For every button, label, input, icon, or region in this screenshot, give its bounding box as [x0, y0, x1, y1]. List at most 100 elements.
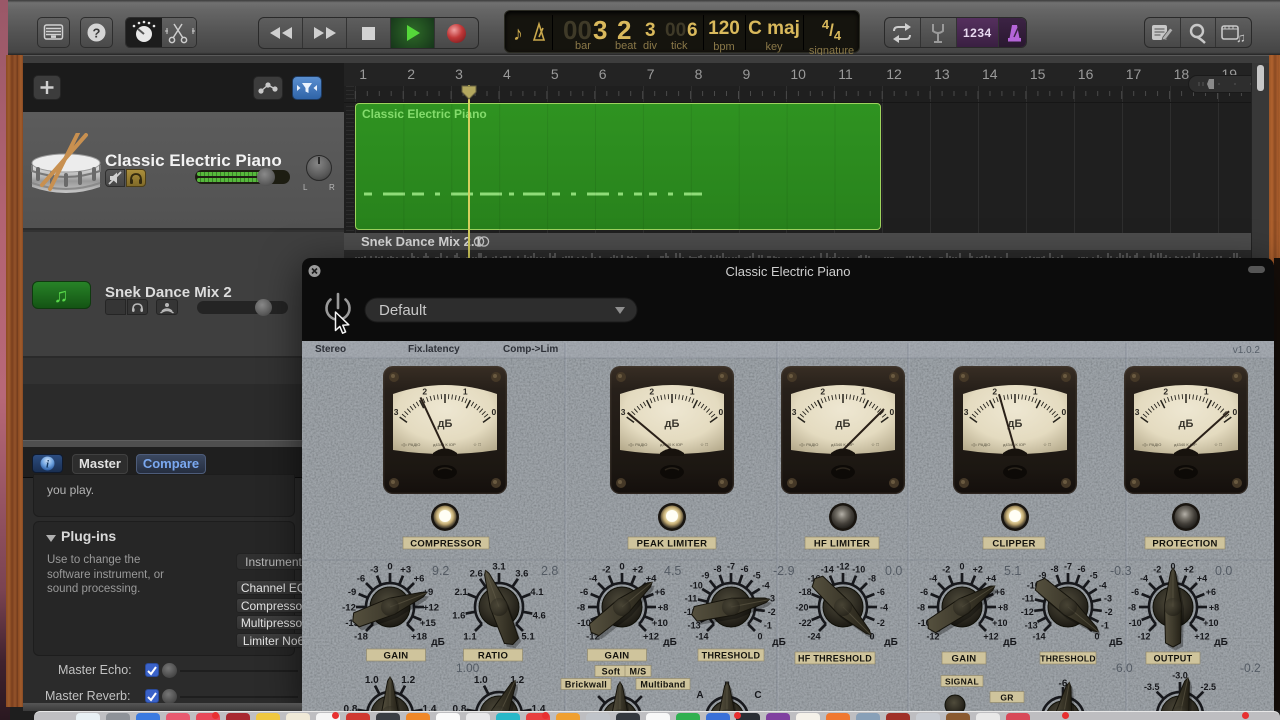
- svg-text:-6: -6: [580, 587, 588, 598]
- svg-text:GAIN: GAIN: [952, 653, 977, 664]
- svg-text:-8: -8: [868, 574, 876, 584]
- svg-text:☆ □: ☆ □: [871, 442, 879, 447]
- svg-text:-18: -18: [354, 632, 368, 643]
- svg-text:3: 3: [394, 407, 399, 417]
- svg-text:-2.5: -2.5: [1201, 682, 1217, 692]
- svg-text:3: 3: [964, 407, 969, 417]
- svg-text:+10: +10: [992, 618, 1007, 628]
- svg-text:GR: GR: [1000, 692, 1013, 702]
- svg-text:-2: -2: [1105, 607, 1113, 617]
- svg-text:A: A: [696, 690, 703, 701]
- svg-text:v1.0.2: v1.0.2: [1233, 345, 1261, 356]
- svg-text:+8: +8: [998, 603, 1008, 613]
- svg-text:+12: +12: [1194, 632, 1209, 642]
- svg-text:0.8: 0.8: [344, 704, 358, 711]
- svg-text:3: 3: [1135, 407, 1140, 417]
- svg-text:-4: -4: [1140, 574, 1148, 584]
- svg-text:?: ?: [93, 26, 101, 41]
- svg-text:1.0: 1.0: [365, 675, 379, 686]
- svg-text:+8: +8: [658, 603, 669, 614]
- svg-text:◁▷ РАДІО: ◁▷ РАДІО: [1142, 442, 1161, 447]
- svg-text:3: 3: [792, 407, 797, 417]
- svg-text:+4: +4: [986, 574, 996, 584]
- svg-text:0: 0: [492, 407, 497, 417]
- svg-text:-0.3: -0.3: [1110, 564, 1132, 578]
- svg-text:+8: +8: [1209, 603, 1219, 613]
- svg-text:3.6: 3.6: [515, 568, 528, 579]
- svg-text:2: 2: [422, 386, 427, 396]
- svg-text:GAIN: GAIN: [384, 650, 409, 661]
- svg-text:-14: -14: [1032, 632, 1045, 642]
- svg-text:♫: ♫: [1236, 30, 1246, 44]
- svg-text:Classic Electric Piano: Classic Electric Piano: [726, 264, 851, 279]
- svg-text:HF THRESHOLD: HF THRESHOLD: [798, 653, 872, 663]
- svg-text:-6: -6: [740, 564, 748, 574]
- svg-text:-2: -2: [877, 618, 885, 628]
- svg-text:1: 1: [861, 386, 866, 396]
- svg-text:+6: +6: [995, 587, 1005, 597]
- svg-text:Soft: Soft: [602, 666, 621, 676]
- svg-text:THRESHOLD: THRESHOLD: [1040, 653, 1096, 663]
- svg-text:Multiband: Multiband: [640, 679, 685, 689]
- svg-text:C: C: [754, 690, 761, 701]
- svg-text:OUTPUT: OUTPUT: [1154, 653, 1193, 663]
- svg-text:GAIN: GAIN: [605, 650, 630, 661]
- svg-text:1.1: 1.1: [463, 632, 477, 643]
- svg-text:+6: +6: [654, 587, 665, 598]
- svg-text:5.1: 5.1: [521, 632, 535, 643]
- svg-text:-22: -22: [799, 618, 812, 628]
- svg-text:-3: -3: [1104, 593, 1112, 603]
- svg-text:THRESHOLD: THRESHOLD: [702, 650, 761, 660]
- svg-text:-1: -1: [764, 620, 772, 630]
- svg-text:SIGNAL: SIGNAL: [945, 676, 979, 686]
- svg-text:M/S: M/S: [630, 666, 647, 676]
- svg-text:+10: +10: [1203, 618, 1218, 628]
- svg-text:2: 2: [649, 386, 654, 396]
- svg-text:+2: +2: [1184, 565, 1194, 575]
- svg-text:-8: -8: [577, 603, 585, 614]
- svg-text:-6.0: -6.0: [1112, 661, 1133, 675]
- svg-text:дБ: дБ: [1008, 418, 1023, 430]
- svg-text:◁▷ РАДІО: ◁▷ РАДІО: [971, 442, 990, 447]
- svg-text:♪: ♪: [513, 23, 523, 45]
- svg-text:-9: -9: [348, 587, 356, 598]
- svg-text:0: 0: [387, 562, 392, 573]
- svg-text:-2: -2: [768, 607, 776, 617]
- svg-text:дБ: дБ: [665, 418, 680, 430]
- svg-text:-20: -20: [795, 603, 808, 613]
- svg-text:+3: +3: [400, 565, 411, 576]
- svg-text:5.1: 5.1: [1004, 564, 1021, 578]
- svg-text:1: 1: [463, 386, 468, 396]
- svg-text:☆ □: ☆ □: [1214, 442, 1222, 447]
- svg-text:-4: -4: [880, 603, 888, 613]
- svg-text:+18: +18: [411, 632, 427, 643]
- svg-text:дБ: дБ: [431, 637, 445, 648]
- svg-text:4.6: 4.6: [533, 611, 546, 622]
- svg-text:-4: -4: [762, 581, 770, 591]
- svg-text:4.1: 4.1: [530, 587, 544, 598]
- svg-text:+10: +10: [652, 618, 668, 629]
- svg-text:+12: +12: [983, 632, 998, 642]
- svg-text:-5: -5: [753, 570, 761, 580]
- svg-text:Stereo: Stereo: [315, 344, 346, 355]
- svg-text:PROTECTION: PROTECTION: [1152, 538, 1217, 549]
- svg-text:-9: -9: [701, 570, 709, 580]
- svg-text:◁▷ РАДІО: ◁▷ РАДІО: [401, 442, 420, 447]
- svg-text:RATIO: RATIO: [478, 650, 508, 661]
- svg-text:-8: -8: [917, 603, 925, 613]
- svg-text:3: 3: [621, 407, 626, 417]
- svg-text:-24: -24: [807, 632, 820, 642]
- svg-text:0: 0: [1233, 407, 1238, 417]
- svg-text:1.0: 1.0: [474, 675, 488, 686]
- svg-text:-1: -1: [1101, 620, 1109, 630]
- svg-text:-12: -12: [1021, 607, 1034, 617]
- svg-text:1: 1: [1204, 386, 1209, 396]
- svg-text:дБ: дБ: [1003, 637, 1017, 648]
- svg-text:-11: -11: [685, 593, 698, 603]
- svg-text:Default: Default: [379, 302, 427, 319]
- svg-text:-6: -6: [920, 587, 928, 597]
- svg-text:-12: -12: [342, 603, 356, 614]
- svg-text:◁▷ РАДІО: ◁▷ РАДІО: [628, 442, 647, 447]
- svg-text:д4340 К ІОР: д4340 К ІОР: [433, 442, 456, 447]
- svg-text:-6: -6: [357, 574, 365, 585]
